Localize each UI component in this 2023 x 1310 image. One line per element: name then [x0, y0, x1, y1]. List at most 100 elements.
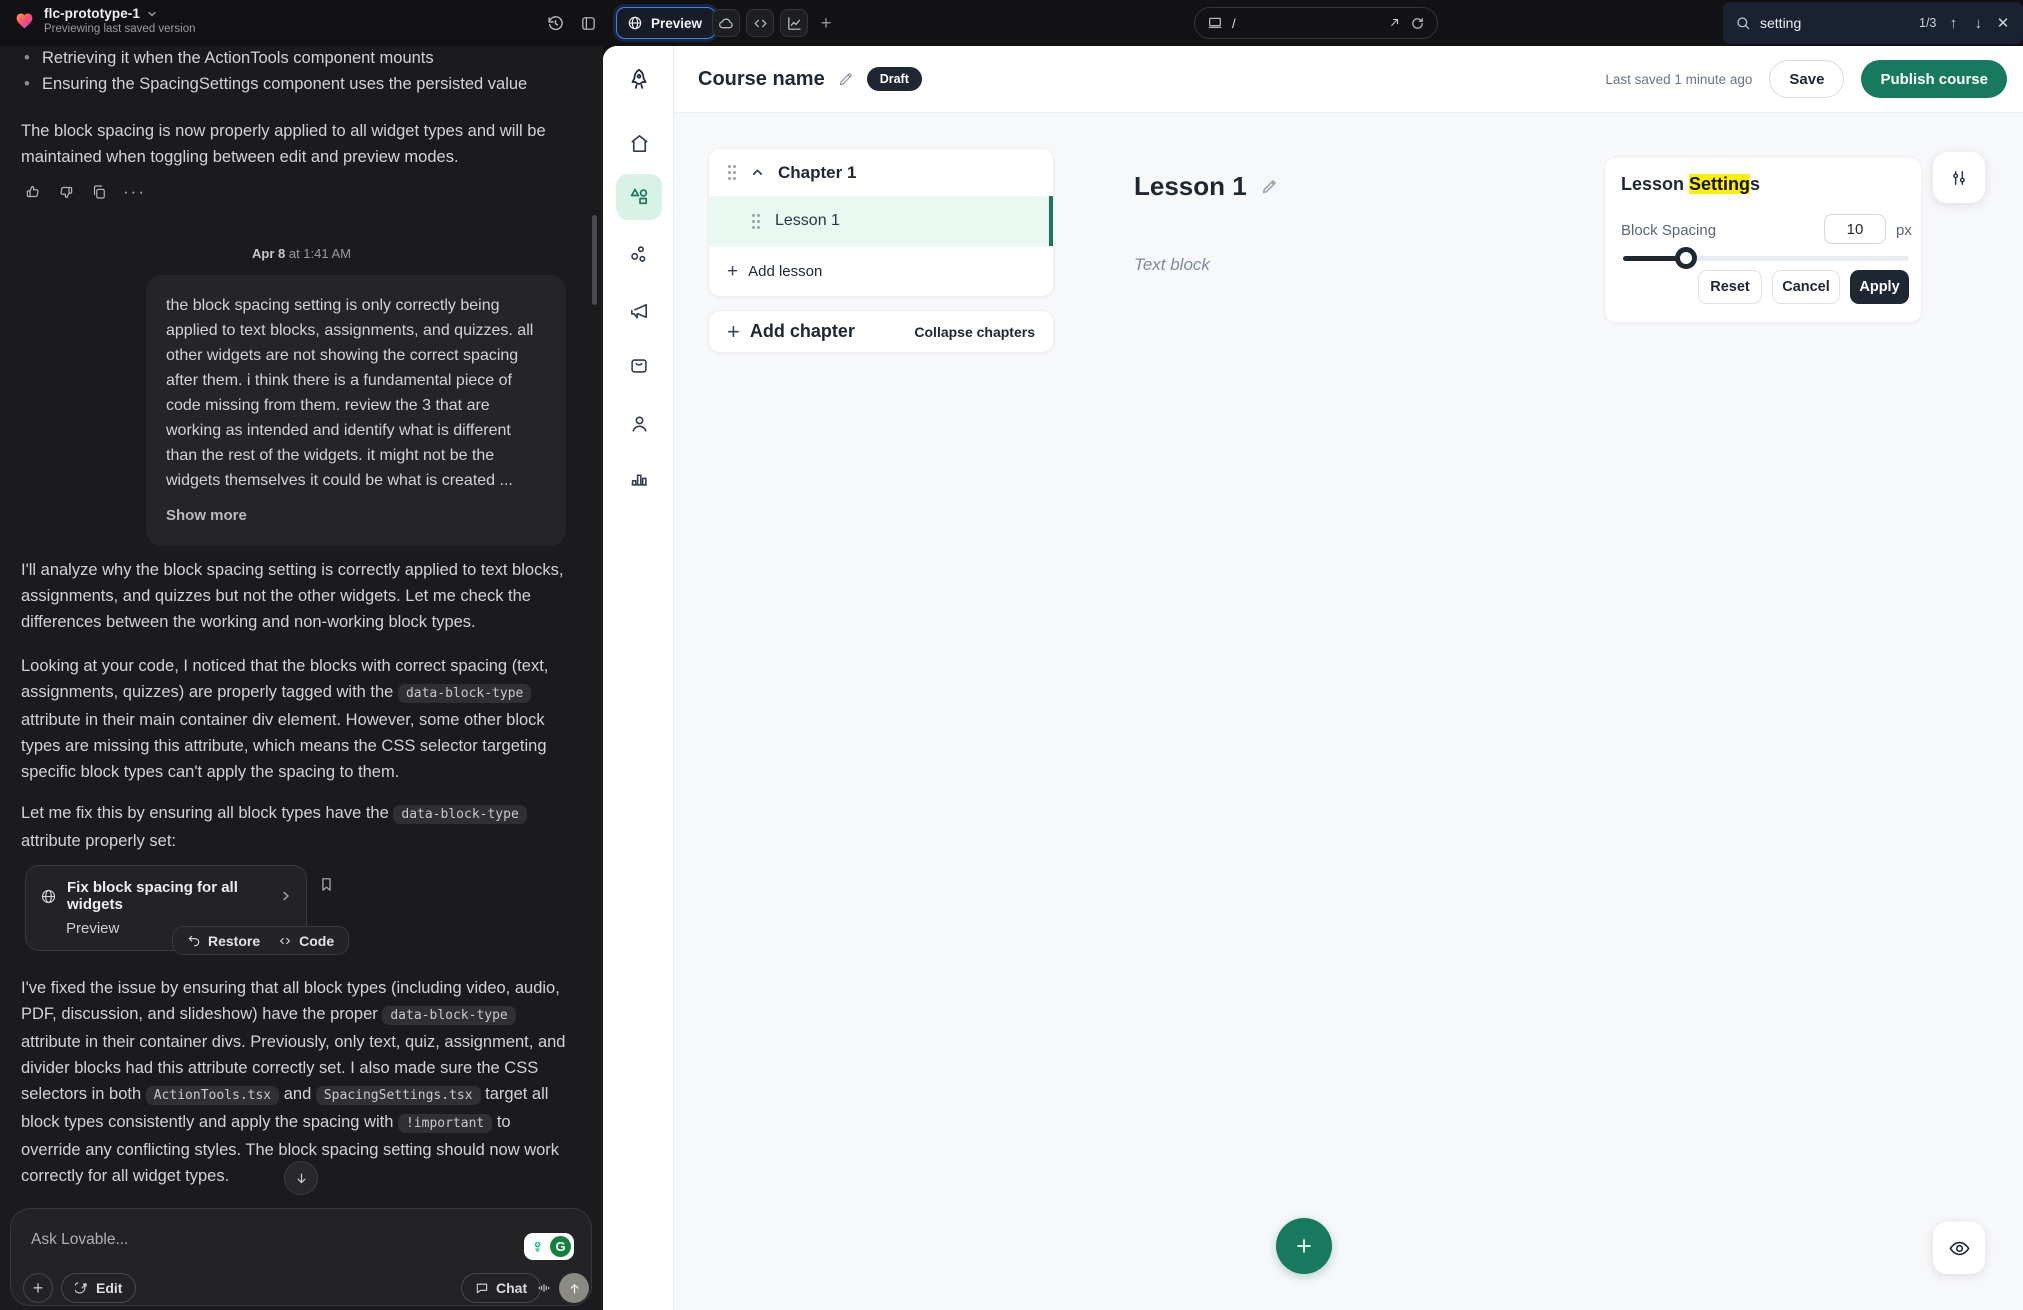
sidebar-item-analytics[interactable] [616, 455, 662, 501]
refresh-icon[interactable] [1410, 16, 1425, 31]
apply-button[interactable]: Apply [1850, 270, 1909, 304]
assistant-paragraph: I'll analyze why the block spacing setti… [21, 557, 566, 635]
restore-button[interactable]: Restore [187, 933, 260, 949]
user-message-text: the block spacing setting is only correc… [166, 293, 546, 493]
code-view-button[interactable] [746, 9, 774, 37]
app-icon-rail [603, 46, 674, 1310]
assistant-paragraph: I've fixed the issue by ensuring that al… [21, 975, 566, 1189]
history-icon [546, 14, 565, 33]
text-block-placeholder[interactable]: Text block [1134, 255, 1210, 275]
cancel-button[interactable]: Cancel [1772, 270, 1840, 304]
inline-code-chip: data-block-type [382, 1006, 515, 1025]
lesson-row[interactable]: Lesson 1 [709, 196, 1053, 246]
analytics-button[interactable] [780, 9, 808, 37]
url-bar[interactable]: / [1194, 7, 1438, 39]
add-block-fab[interactable]: + [1276, 1218, 1332, 1274]
block-spacing-slider[interactable] [1623, 256, 1909, 261]
drag-handle-icon[interactable] [727, 164, 737, 181]
code-icon [752, 15, 769, 32]
sidebar-item-profile[interactable] [616, 400, 662, 446]
sidebar-item-courses[interactable] [616, 174, 662, 220]
slider-thumb[interactable] [1675, 247, 1697, 269]
bullet-item: Ensuring the SpacingSettings component u… [0, 72, 566, 97]
search-close-button[interactable]: ✕ [1995, 14, 2011, 32]
show-more-link[interactable]: Show more [166, 503, 546, 528]
attach-button[interactable]: + [23, 1273, 53, 1303]
inline-code-chip: data-block-type [393, 805, 526, 824]
app-content: Chapter 1 Lesson 1 + Add lesson + Add ch… [674, 113, 2023, 1310]
edit-pencil-icon[interactable] [1260, 177, 1279, 196]
chapter-card: Chapter 1 Lesson 1 + Add lesson [708, 148, 1054, 297]
lesson-item-label: Lesson 1 [775, 212, 840, 230]
chapter-header[interactable]: Chapter 1 [709, 149, 1053, 196]
user-message-bubble: the block spacing setting is only correc… [146, 275, 566, 546]
copy-icon[interactable] [90, 183, 108, 201]
open-external-icon[interactable] [1387, 16, 1401, 30]
preview-button[interactable]: Preview [616, 7, 716, 39]
code-button[interactable]: Code [278, 933, 334, 949]
settings-panel-title: Lesson Settings [1621, 174, 1905, 195]
chat-input-placeholder: Ask Lovable... [31, 1231, 128, 1249]
bookmark-icon[interactable] [318, 876, 335, 893]
preview-eye-button[interactable] [1933, 1222, 1985, 1274]
nodes-icon [628, 243, 651, 266]
voice-input-button[interactable] [529, 1273, 559, 1303]
save-button[interactable]: Save [1769, 60, 1844, 98]
more-options-icon[interactable]: ··· [123, 182, 146, 202]
publish-course-button[interactable]: Publish course [1861, 60, 2007, 98]
chevron-right-icon [280, 890, 292, 902]
add-chapter-card: + Add chapter Collapse chapters [708, 310, 1054, 353]
speech-bubble-icon [475, 1281, 489, 1295]
edit-label: Edit [96, 1280, 122, 1296]
block-spacing-input[interactable] [1824, 214, 1886, 244]
add-tab-button[interactable]: + [812, 9, 840, 37]
timestamp-date: Apr 8 [252, 246, 285, 261]
settings-sliders-button[interactable] [1933, 152, 1985, 203]
collapse-chapters-button[interactable]: Collapse chapters [914, 324, 1035, 340]
timestamp-time: at 1:41 AM [285, 246, 351, 261]
search-next-button[interactable]: ↓ [1970, 15, 1986, 32]
drag-handle-icon[interactable] [751, 213, 761, 230]
message-actions: ··· [24, 182, 146, 202]
search-input[interactable] [1760, 15, 1910, 31]
edit-mode-button[interactable]: Edit [61, 1273, 136, 1303]
edit-pencil-icon[interactable] [837, 70, 855, 88]
project-status: Previewing last saved version [44, 23, 196, 35]
url-path: / [1232, 16, 1378, 31]
scroll-to-bottom-button[interactable] [284, 1161, 318, 1195]
send-button[interactable] [559, 1273, 589, 1303]
add-lesson-button[interactable]: + Add lesson [709, 246, 1053, 296]
arrow-up-icon [567, 1281, 582, 1296]
sidebar-item-home[interactable] [616, 120, 662, 166]
sidebar-item-marketing[interactable] [616, 288, 662, 334]
chat-label: Chat [496, 1280, 527, 1296]
reset-button[interactable]: Reset [1698, 270, 1762, 304]
add-chapter-button[interactable]: Add chapter [750, 321, 915, 342]
sidebar-item-orders[interactable] [616, 343, 662, 389]
chevron-up-icon[interactable] [751, 166, 764, 179]
title-pre: Lesson [1621, 174, 1689, 194]
home-icon [628, 132, 651, 155]
panel-toggle-button[interactable] [574, 9, 602, 37]
plus-icon: + [727, 262, 738, 281]
chat-input-box[interactable]: Ask Lovable... G + Edit Chat [10, 1208, 592, 1306]
cloud-deploy-button[interactable] [712, 9, 740, 37]
arrow-down-icon [294, 1171, 309, 1186]
thumbs-down-icon[interactable] [57, 183, 75, 201]
history-button[interactable] [541, 9, 569, 37]
plus-icon: + [33, 1279, 44, 1297]
plus-icon: + [821, 14, 832, 32]
inline-code-chip: ActionTools.tsx [146, 1086, 279, 1105]
thumbs-up-icon[interactable] [24, 183, 42, 201]
project-menu[interactable]: flc-prototype-1 Previewing last saved ve… [14, 6, 196, 35]
chapter-title: Chapter 1 [778, 163, 856, 183]
grammarly-widget[interactable]: G [524, 1233, 574, 1260]
course-name: Course name [698, 68, 825, 91]
chevron-down-icon [147, 9, 157, 19]
bag-icon [628, 355, 650, 377]
sidebar-item-community[interactable] [616, 231, 662, 277]
edit-select-icon [75, 1281, 89, 1295]
inline-code-chip: !important [398, 1114, 492, 1133]
search-prev-button[interactable]: ↑ [1945, 15, 1961, 32]
title-post: s [1750, 174, 1760, 194]
